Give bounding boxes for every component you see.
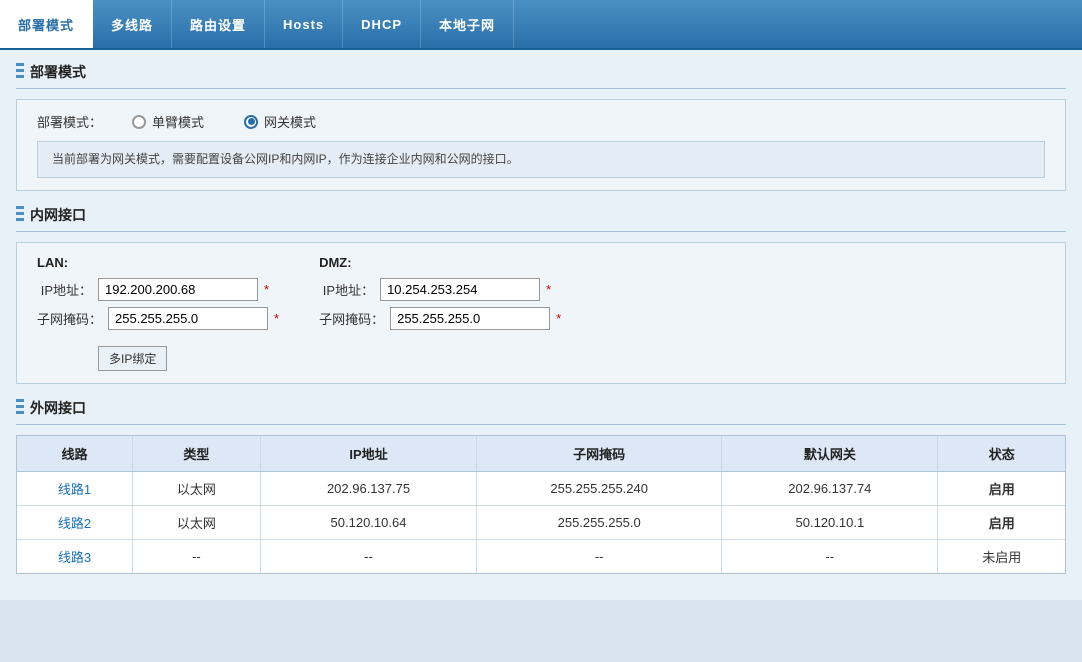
col-line: 线路	[17, 436, 132, 472]
cell-status-0: 启用	[938, 472, 1065, 506]
lan-section: 内网接口 LAN: IP地址： * 子网掩码： *	[16, 205, 1066, 384]
lan-section-header: 内网接口	[16, 205, 1066, 225]
deploy-section-header: 部署模式	[16, 62, 1066, 82]
col-mask: 子网掩码	[477, 436, 722, 472]
deploy-card: 部署模式： 单臂模式 网关模式 当前部署为网关模式，需要配置设备公网IP和内网I…	[16, 99, 1066, 191]
lan-card: LAN: IP地址： * 子网掩码： * 多IP绑定	[16, 242, 1066, 384]
tab-routing[interactable]: 路由设置	[172, 0, 265, 48]
col-type: 类型	[132, 436, 260, 472]
dmz-mask-input[interactable]	[390, 307, 550, 330]
multi-ip-button[interactable]: 多IP绑定	[98, 346, 167, 371]
cell-type-0: 以太网	[132, 472, 260, 506]
deploy-section: 部署模式 部署模式： 单臂模式 网关模式 当前部署为网关模式，需要配置设	[16, 62, 1066, 191]
cell-type-2: --	[132, 540, 260, 574]
tab-dhcp[interactable]: DHCP	[343, 0, 421, 48]
lan-mask-star: *	[274, 311, 279, 326]
dmz-group: DMZ: IP地址： * 子网掩码： *	[319, 255, 561, 330]
cell-mask-0: 255.255.255.240	[477, 472, 722, 506]
lan-group: LAN: IP地址： * 子网掩码： * 多IP绑定	[37, 255, 279, 371]
dmz-mask-row: 子网掩码： *	[319, 307, 561, 330]
radio-single-arm[interactable]: 单臂模式	[132, 112, 204, 131]
table-row: 线路3--------未启用	[17, 540, 1065, 574]
deploy-mode-label: 部署模式：	[37, 112, 102, 131]
cell-ip-2: --	[260, 540, 476, 574]
outer-divider	[16, 424, 1066, 425]
lan-dmz-row: LAN: IP地址： * 子网掩码： * 多IP绑定	[37, 255, 1045, 371]
cell-mask-2: --	[477, 540, 722, 574]
lan-ip-label: IP地址：	[37, 280, 92, 299]
radio-single-arm-circle	[132, 115, 146, 129]
outer-section: 外网接口 线路 类型 IP地址 子网掩码 默认网关 状态 线路1以太网202.9…	[16, 398, 1066, 574]
cell-line-1[interactable]: 线路2	[17, 506, 132, 540]
section-decorator	[16, 63, 24, 81]
col-status: 状态	[938, 436, 1065, 472]
lan-ip-star: *	[264, 282, 269, 297]
outer-table: 线路 类型 IP地址 子网掩码 默认网关 状态 线路1以太网202.96.137…	[17, 436, 1065, 573]
deploy-info-box: 当前部署为网关模式，需要配置设备公网IP和内网IP，作为连接企业内网和公网的接口…	[37, 141, 1045, 178]
radio-group: 单臂模式 网关模式	[132, 112, 316, 131]
cell-line-2[interactable]: 线路3	[17, 540, 132, 574]
cell-gateway-0: 202.96.137.74	[722, 472, 938, 506]
outer-table-wrapper: 线路 类型 IP地址 子网掩码 默认网关 状态 线路1以太网202.96.137…	[16, 435, 1066, 574]
cell-type-1: 以太网	[132, 506, 260, 540]
lan-mask-label: 子网掩码：	[37, 309, 102, 328]
dmz-ip-label: IP地址：	[319, 280, 374, 299]
table-header-row: 线路 类型 IP地址 子网掩码 默认网关 状态	[17, 436, 1065, 472]
cell-ip-0: 202.96.137.75	[260, 472, 476, 506]
radio-gateway[interactable]: 网关模式	[244, 112, 316, 131]
radio-gateway-circle	[244, 115, 258, 129]
dmz-mask-star: *	[556, 311, 561, 326]
tab-hosts[interactable]: Hosts	[265, 0, 343, 48]
cell-mask-1: 255.255.255.0	[477, 506, 722, 540]
tab-bar: 部署模式 多线路 路由设置 Hosts DHCP 本地子网	[0, 0, 1082, 50]
dmz-ip-star: *	[546, 282, 551, 297]
cell-status-2: 未启用	[938, 540, 1065, 574]
col-gateway: 默认网关	[722, 436, 938, 472]
outer-section-title: 外网接口	[30, 398, 86, 418]
dmz-title: DMZ:	[319, 255, 561, 270]
cell-status-1: 启用	[938, 506, 1065, 540]
lan-section-decorator	[16, 206, 24, 224]
dmz-ip-input[interactable]	[380, 278, 540, 301]
col-ip: IP地址	[260, 436, 476, 472]
tab-localnet[interactable]: 本地子网	[421, 0, 514, 48]
lan-mask-row: 子网掩码： *	[37, 307, 279, 330]
lan-divider	[16, 231, 1066, 232]
table-row: 线路1以太网202.96.137.75255.255.255.240202.96…	[17, 472, 1065, 506]
lan-ip-input[interactable]	[98, 278, 258, 301]
outer-section-header: 外网接口	[16, 398, 1066, 418]
cell-gateway-1: 50.120.10.1	[722, 506, 938, 540]
lan-ip-row: IP地址： *	[37, 278, 279, 301]
multi-ip-btn-wrapper: 多IP绑定	[98, 340, 279, 371]
dmz-ip-row: IP地址： *	[319, 278, 561, 301]
cell-gateway-2: --	[722, 540, 938, 574]
lan-title: LAN:	[37, 255, 279, 270]
deploy-mode-row: 部署模式： 单臂模式 网关模式	[37, 112, 1045, 131]
dmz-mask-label: 子网掩码：	[319, 309, 384, 328]
lan-section-title: 内网接口	[30, 205, 86, 225]
deploy-section-title: 部署模式	[30, 62, 86, 82]
tab-multiline[interactable]: 多线路	[93, 0, 172, 48]
lan-mask-input[interactable]	[108, 307, 268, 330]
deploy-divider	[16, 88, 1066, 89]
outer-section-decorator	[16, 399, 24, 417]
tab-deploy[interactable]: 部署模式	[0, 0, 93, 48]
main-content: 部署模式 部署模式： 单臂模式 网关模式 当前部署为网关模式，需要配置设	[0, 50, 1082, 600]
table-row: 线路2以太网50.120.10.64255.255.255.050.120.10…	[17, 506, 1065, 540]
cell-ip-1: 50.120.10.64	[260, 506, 476, 540]
cell-line-0[interactable]: 线路1	[17, 472, 132, 506]
